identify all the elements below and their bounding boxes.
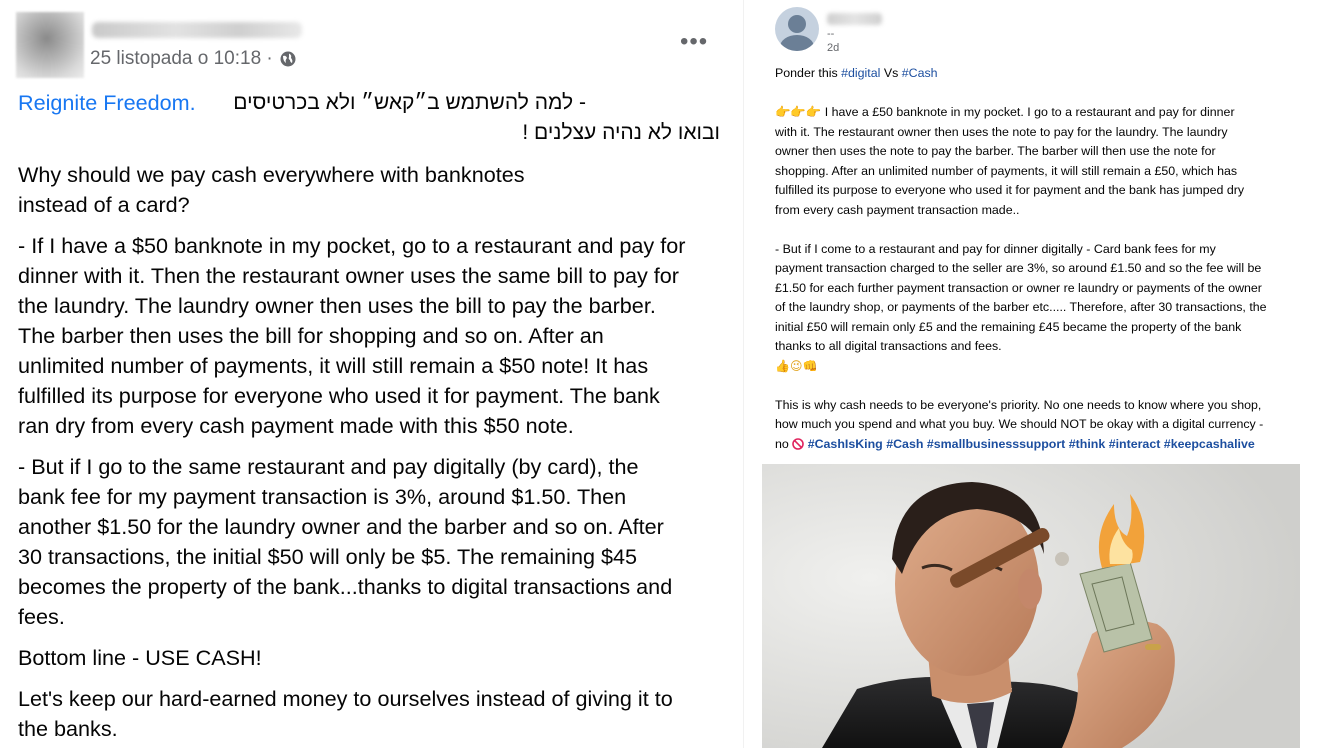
hashtag-link[interactable]: #think xyxy=(1069,437,1106,451)
author-name-redacted[interactable] xyxy=(827,13,882,25)
avatar-head xyxy=(788,15,806,33)
post-body: Ponder this #digital Vs #Cash 👉👉👉 I have… xyxy=(775,64,1295,454)
text-line: - But if I go to the same restaurant and… xyxy=(18,454,639,479)
default-avatar-icon[interactable] xyxy=(775,7,819,51)
post-intro: Ponder this #digital Vs #Cash xyxy=(775,64,1295,84)
globe-icon[interactable] xyxy=(279,50,297,68)
text-line: becomes the property of the bank...thank… xyxy=(18,574,673,599)
text-line: instead of a card? xyxy=(18,192,190,217)
text-line: The barber then uses the bill for shoppi… xyxy=(18,323,604,348)
text-line: This is why cash needs to be everyone's … xyxy=(775,397,1262,412)
hebrew-text-line-1: - למה להשתמש ב״קאש״ ולא בכרטיסים xyxy=(233,91,586,114)
paragraph-question: Why should we pay cash everywhere with b… xyxy=(18,160,728,220)
author-name-redacted[interactable] xyxy=(92,22,302,38)
text-line: fulfilled its purpose for everyone who u… xyxy=(18,383,660,408)
text-line: Bottom line - USE CASH! xyxy=(18,645,262,670)
text-line: fulfilled its purpose to everyone who us… xyxy=(775,183,1245,197)
text-line: payment transaction charged to the selle… xyxy=(775,261,1262,275)
text-line: - If I have a $50 banknote in my pocket,… xyxy=(18,233,686,258)
text-line: bank fee for my payment transaction is 3… xyxy=(18,484,627,509)
text-line: the laundry. The laundry owner then uses… xyxy=(18,293,656,318)
emoji-icons: 👍😉👊 xyxy=(775,358,818,373)
text-line: fees. xyxy=(18,604,65,629)
more-options-icon[interactable]: ••• xyxy=(680,30,708,54)
paragraph-bottom-line: Bottom line - USE CASH! xyxy=(18,643,728,673)
column-divider xyxy=(743,0,744,748)
hashtag-link[interactable]: #digital xyxy=(841,66,880,80)
text-line: ran dry from every cash payment made wit… xyxy=(18,413,574,438)
hashtag-link[interactable]: #smallbusinesssupport xyxy=(927,437,1065,451)
text-line: another $1.50 for the laundry owner and … xyxy=(18,514,664,539)
text-line: unlimited number of payments, it will st… xyxy=(18,353,649,378)
text-line: - But if I come to a restaurant and pay … xyxy=(775,241,1216,256)
text-line: with it. The restaurant owner then uses … xyxy=(775,124,1228,139)
post-photo[interactable] xyxy=(762,464,1300,748)
paragraph-card-example: - But if I go to the same restaurant and… xyxy=(18,452,728,632)
hashtag-link[interactable]: #CashIsKing xyxy=(808,437,883,451)
avatar[interactable] xyxy=(16,12,84,78)
author-subtitle: -- xyxy=(827,28,835,40)
intro-text: Ponder this xyxy=(775,66,842,80)
text-line: no xyxy=(775,436,789,451)
text-line: of the laundry shop, or payments of the … xyxy=(775,300,1267,314)
post-date[interactable]: 25 listopada o 10:18 · xyxy=(90,48,273,70)
paragraph-closing: Let's keep our hard-earned money to ours… xyxy=(18,684,728,744)
text-line: Why should we pay cash everywhere with b… xyxy=(18,162,525,187)
post-time[interactable]: 2d xyxy=(827,42,839,54)
text-line: Let's keep our hard-earned money to ours… xyxy=(18,686,673,711)
man-smoking-cigar-image xyxy=(762,464,1300,748)
no-entry-icon xyxy=(792,437,805,450)
text-line: owner then uses the note to pay the barb… xyxy=(775,144,1216,158)
text-line: shopping. After an unlimited number of p… xyxy=(775,163,1238,178)
text-line: £1.50 for each further payment transacti… xyxy=(775,280,1262,295)
hashtag-link[interactable]: #Cash xyxy=(902,66,938,80)
hashtag-link[interactable]: #interact xyxy=(1109,437,1161,451)
text-line: dinner with it. Then the restaurant owne… xyxy=(18,263,679,288)
page-link[interactable]: Reignite Freedom. xyxy=(18,88,196,118)
post-body: Reignite Freedom. - למה להשתמש ב״קאש״ ול… xyxy=(18,88,728,744)
left-post: 25 listopada o 10:18 · ••• Reignite Free… xyxy=(0,0,740,748)
text-line: 👉👉👉 I have a £50 banknote in my pocket. … xyxy=(775,105,1235,119)
paragraph-card-example: - But if I come to a restaurant and pay … xyxy=(775,240,1295,357)
hashtag-link[interactable]: #Cash xyxy=(886,437,923,451)
hebrew-text-line-2: ובואו לא נהיה עצלנים ! xyxy=(522,121,720,144)
paragraph-cash-example: - If I have a $50 banknote in my pocket,… xyxy=(18,231,728,441)
text-line: how much you spend and what you buy. We … xyxy=(775,417,1264,431)
post-meta: 25 listopada o 10:18 · xyxy=(90,48,297,70)
text-line: 30 transactions, the initial $50 will on… xyxy=(18,544,637,569)
hashtag-link[interactable]: #keepcashalive xyxy=(1164,437,1255,451)
text-line: the banks. xyxy=(18,716,118,741)
text-line: from every cash payment transaction made… xyxy=(775,202,1020,217)
emoji-row: 👍😉👊 xyxy=(775,357,1295,377)
intro-text: Vs xyxy=(880,66,902,80)
text-line: thanks to all digital transactions and f… xyxy=(775,339,1002,353)
paragraph-priority: This is why cash needs to be everyone's … xyxy=(775,396,1295,455)
avatar-shoulders xyxy=(780,35,814,51)
post-header-line: Reignite Freedom. - למה להשתמש ב״קאש״ ול… xyxy=(18,88,728,148)
text-line: initial £50 will remain only £5 and the … xyxy=(775,319,1242,334)
paragraph-cash-example: 👉👉👉 I have a £50 banknote in my pocket. … xyxy=(775,103,1295,220)
